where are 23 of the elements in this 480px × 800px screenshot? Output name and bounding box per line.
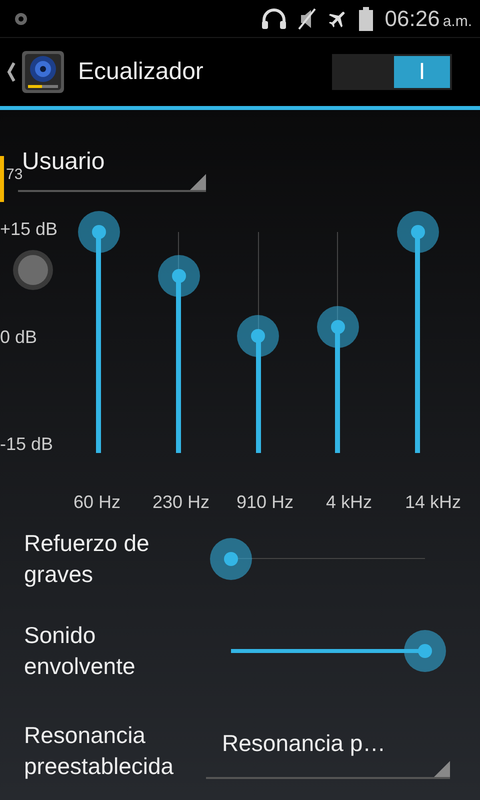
band-label: 14 kHz [404,492,462,513]
band-label: 910 Hz [235,492,295,513]
db-label: 0 dB [0,326,38,348]
screen-title: Ecualizador [78,58,204,86]
mute-icon [296,6,317,30]
counter-badge: 73 [0,156,23,202]
reverb-dropdown[interactable]: Resonancia p… [206,724,450,778]
speaker-app-icon [22,51,64,93]
band-label: 4 kHz [324,492,373,513]
headphones-icon [260,8,287,30]
notification-icon [14,12,28,26]
battery-icon [358,6,373,30]
effect-label: Sonido envolvente [24,621,136,681]
floating-button-icon[interactable] [12,249,54,291]
band-label: 60 Hz [72,492,122,513]
band-label: 230 Hz [151,492,211,513]
back-icon[interactable] [6,61,16,83]
reverb-label: Resonancia preestablecida [24,721,175,781]
clock: 06:26 [384,6,440,32]
effect-label: Refuerzo de graves [24,529,150,589]
clock-period: a.m. [442,13,472,30]
db-label: -15 dB [0,434,54,455]
db-label: +15 dB [0,219,59,240]
